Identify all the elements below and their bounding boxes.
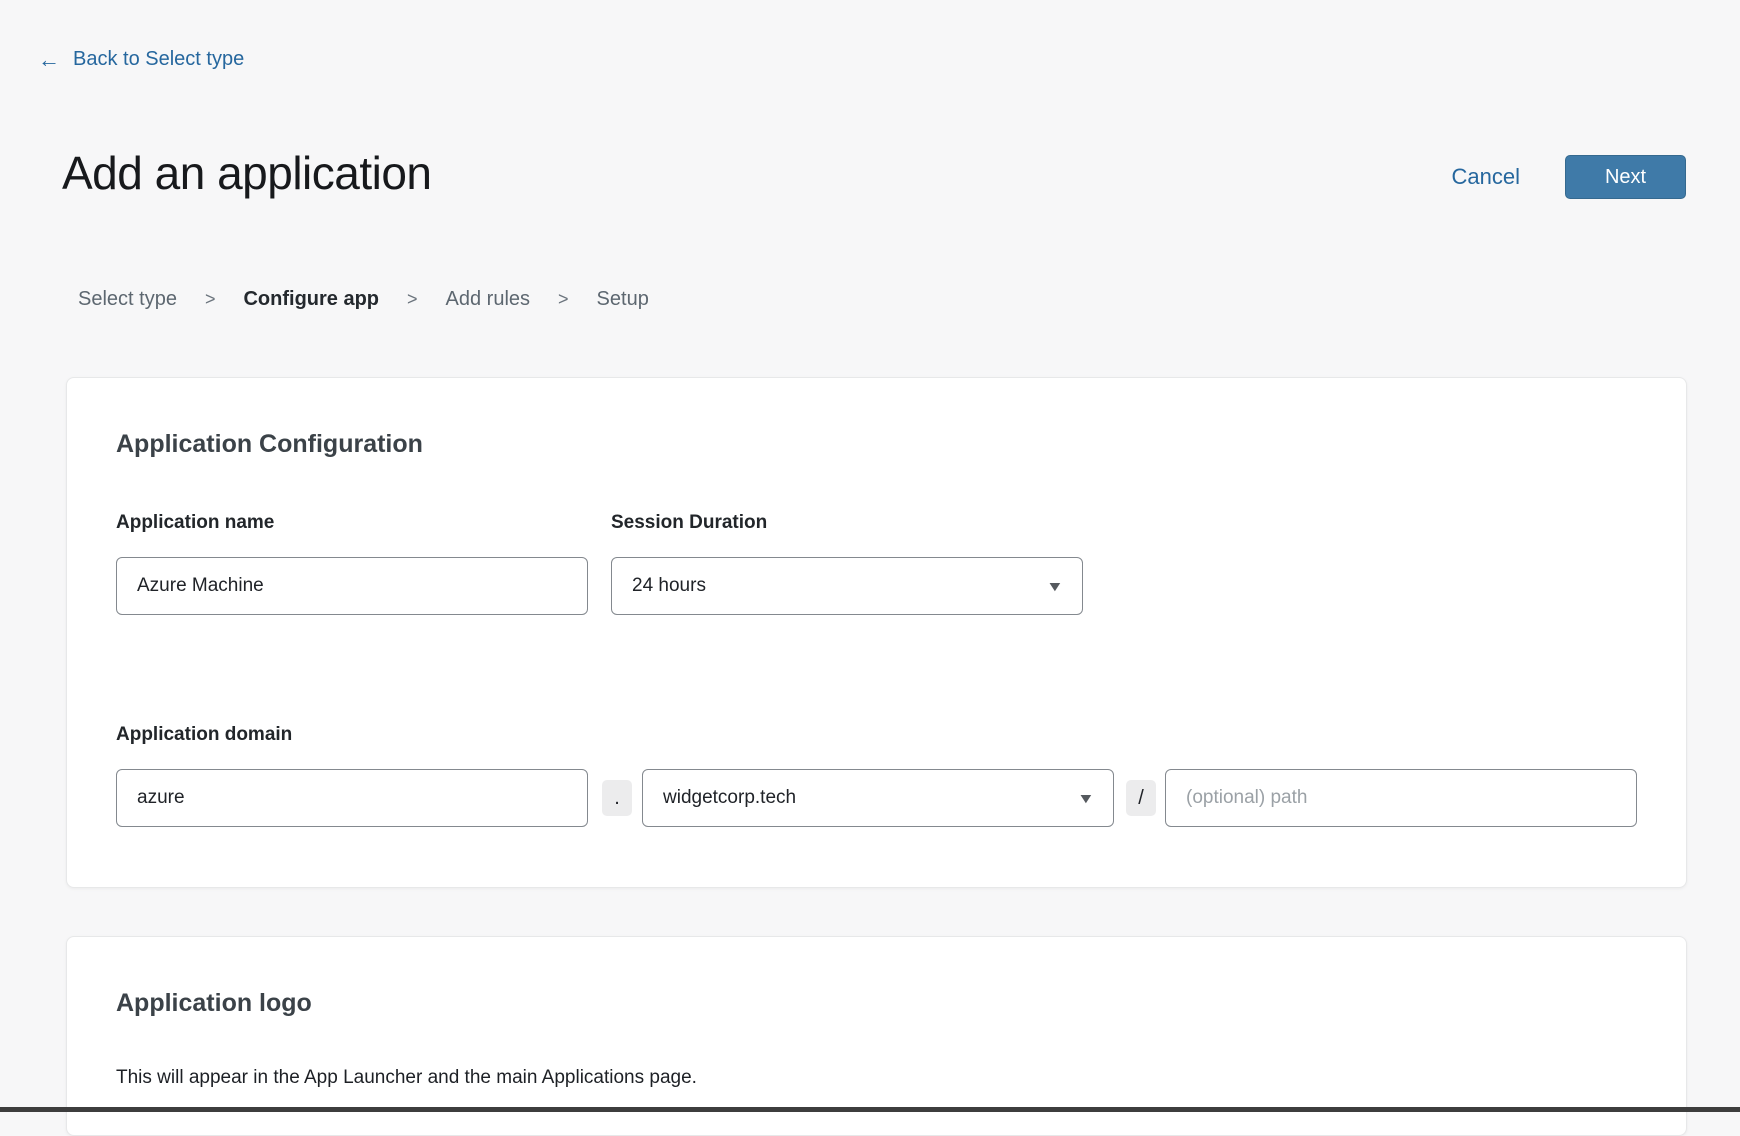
logo-card-title: Application logo [116,989,312,1018]
chevron-down-icon: ▼ [1077,790,1095,806]
session-duration-value: 24 hours [632,575,706,597]
back-link-label: Back to Select type [73,48,244,71]
subdomain-input[interactable] [116,769,588,827]
back-arrow-icon: ← [38,49,60,71]
step-setup[interactable]: Setup [597,288,649,311]
step-configure-app[interactable]: Configure app [243,288,379,311]
breadcrumb-separator: > [407,289,418,310]
breadcrumb-separator: > [558,289,569,310]
logo-card-description: This will appear in the App Launcher and… [116,1067,697,1089]
application-domain-label: Application domain [116,724,292,746]
application-configuration-card: Application Configuration Application na… [66,377,1687,888]
cancel-button[interactable]: Cancel [1452,164,1520,190]
domain-slash-separator: / [1126,780,1156,816]
application-logo-card: Application logo This will appear in the… [66,936,1687,1136]
step-select-type[interactable]: Select type [78,288,177,311]
step-add-rules[interactable]: Add rules [446,288,531,311]
domain-select[interactable]: widgetcorp.tech ▼ [642,769,1114,827]
screen-bottom-edge [0,1107,1740,1112]
domain-dot-separator: . [602,780,632,816]
session-duration-select[interactable]: 24 hours ▼ [611,557,1083,615]
path-input[interactable] [1165,769,1637,827]
header-actions: Cancel Next [1452,155,1686,199]
chevron-down-icon: ▼ [1046,578,1064,594]
page-title: Add an application [62,146,432,200]
wizard-breadcrumb: Select type > Configure app > Add rules … [78,288,649,311]
application-name-label: Application name [116,512,274,534]
session-duration-label: Session Duration [611,512,767,534]
domain-select-value: widgetcorp.tech [663,787,796,809]
breadcrumb-separator: > [205,289,216,310]
back-to-select-type-link[interactable]: ← Back to Select type [38,48,244,71]
application-name-input[interactable] [116,557,588,615]
next-button[interactable]: Next [1565,155,1686,199]
add-application-page: ← Back to Select type Add an application… [0,0,1740,1112]
config-card-title: Application Configuration [116,430,423,459]
